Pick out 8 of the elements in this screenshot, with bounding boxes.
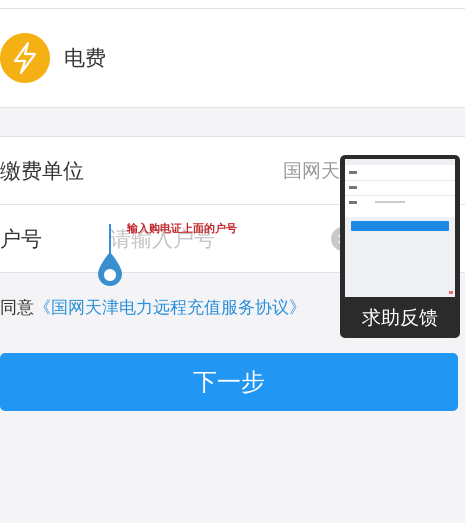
next-button[interactable]: 下一步 [0, 353, 458, 411]
feedback-popup[interactable]: 求助反馈 [340, 155, 460, 338]
field-value: 国网天 [283, 158, 340, 184]
agreement-text: 同意 [0, 296, 34, 318]
service-name: 电费 [64, 45, 106, 72]
field-label: 户号 [0, 226, 43, 252]
field-label: 缴费单位 [0, 158, 85, 184]
agreement-link[interactable]: 《国网天津电力远程充值服务协议》 [34, 296, 306, 318]
